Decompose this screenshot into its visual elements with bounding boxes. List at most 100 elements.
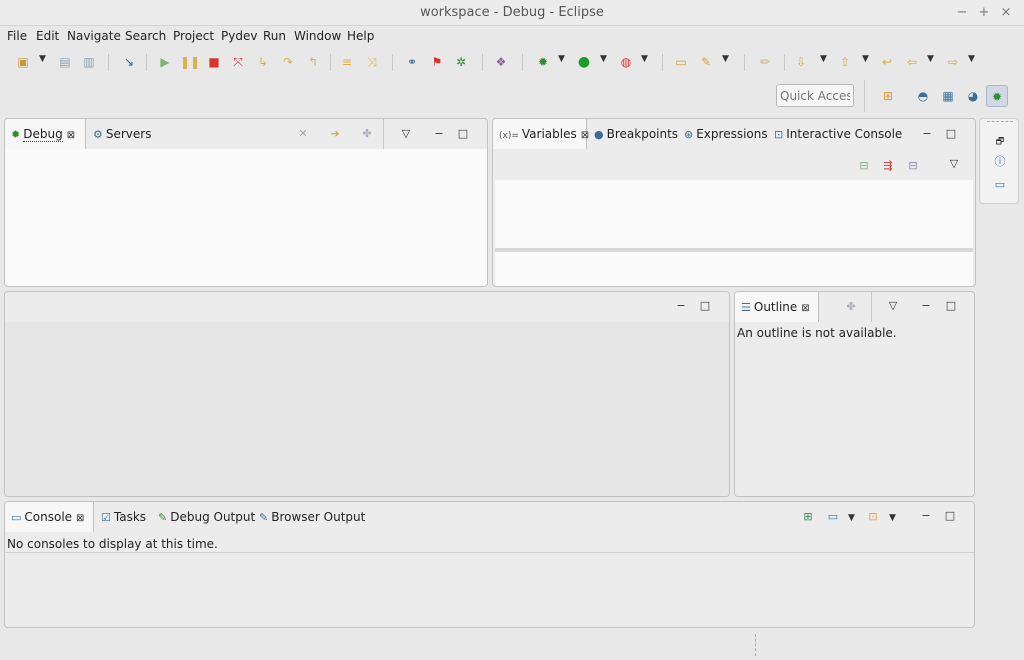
tab-variables[interactable]: (x)= Variables ⊠ (493, 119, 589, 149)
previous-annotation-dropdown-icon[interactable]: ▼ (862, 54, 869, 64)
editor-body[interactable] (5, 322, 729, 496)
maximize-view-icon[interactable]: □ (944, 299, 958, 313)
step-over-icon[interactable]: ↷ (279, 53, 297, 71)
display-console-dropdown-icon[interactable]: ▼ (848, 513, 855, 523)
skip-breakpoints-icon[interactable]: ↘ (120, 53, 138, 71)
tab-breakpoints[interactable]: ● Breakpoints (588, 119, 684, 149)
view-menu-icon[interactable]: ▽ (399, 127, 413, 141)
remove-terminated-icon[interactable]: ✕ (296, 127, 310, 141)
tab-tasks[interactable]: ☑ Tasks (95, 502, 152, 532)
pydev-perspective-icon[interactable]: ◕ (964, 87, 982, 105)
new-icon[interactable]: ▣ (14, 53, 32, 71)
open-perspective-icon[interactable]: ⊞ (879, 87, 897, 105)
show-type-names-icon[interactable]: ⊟ (857, 159, 871, 173)
quick-access-input[interactable] (776, 84, 854, 107)
collapse-all-icon[interactable]: ⊟ (906, 159, 920, 173)
external-tools-icon[interactable]: ◍ (617, 53, 635, 71)
connect-arrow-icon[interactable]: ➔ (328, 127, 342, 141)
forward-icon[interactable]: ⇨ (944, 53, 962, 71)
step-into-icon[interactable]: ↳ (254, 53, 272, 71)
terminate-icon[interactable]: ■ (205, 53, 223, 71)
menu-file[interactable]: File (7, 29, 27, 43)
search-flashlight-icon[interactable]: ✎ (697, 53, 715, 71)
back-icon[interactable]: ⇦ (903, 53, 921, 71)
view-menu-icon[interactable]: ▽ (947, 157, 961, 171)
run-icon[interactable]: ● (575, 53, 593, 71)
tab-console[interactable]: ▭ Console ⊠ (5, 502, 94, 532)
debug-view-tool-icon[interactable]: ✤ (360, 127, 374, 141)
maximize-button[interactable]: + (974, 3, 994, 23)
suspend-icon[interactable]: ❚❚ (180, 53, 200, 71)
disconnect-icon[interactable]: ⤧ (229, 53, 247, 71)
tab-debug-output[interactable]: ✎ Debug Output (152, 502, 261, 532)
debug-icon[interactable]: ✹ (534, 53, 552, 71)
next-annotation-icon[interactable]: ⇩ (792, 53, 810, 71)
menu-search[interactable]: Search (125, 29, 166, 43)
next-annotation-dropdown-icon[interactable]: ▼ (820, 54, 827, 64)
new-console-icon[interactable]: ⊡ (866, 510, 880, 524)
outline-tool-icon[interactable]: ✤ (844, 300, 858, 314)
save-icon[interactable]: ▤ (56, 53, 74, 71)
minimize-view-icon[interactable]: − (919, 509, 933, 523)
tab-servers[interactable]: ⚙ Servers (87, 119, 157, 149)
external-tools-dropdown-icon[interactable]: ▼ (641, 54, 648, 64)
new-console-dropdown-icon[interactable]: ▼ (889, 513, 896, 523)
minimize-view-icon[interactable]: − (919, 299, 933, 313)
step-return-icon[interactable]: ↰ (304, 53, 322, 71)
view-menu-icon[interactable]: ▽ (886, 299, 900, 313)
resume-icon[interactable]: ▶ (156, 53, 174, 71)
variables-detail-pane[interactable] (495, 252, 973, 286)
tab-expressions[interactable]: ⊛ Expressions (678, 119, 774, 149)
tab-outline[interactable]: ☰ Outline ⊠ (735, 292, 819, 322)
python-debug-icon[interactable]: ✲ (452, 53, 470, 71)
variables-tree[interactable] (495, 180, 973, 248)
show-logical-structure-icon[interactable]: ⇶ (881, 159, 895, 173)
maximize-view-icon[interactable]: □ (456, 127, 470, 141)
display-console-icon[interactable]: ▭ (826, 510, 840, 524)
menu-help[interactable]: Help (347, 29, 374, 43)
minimize-view-icon[interactable]: − (920, 127, 934, 141)
menu-run[interactable]: Run (263, 29, 286, 43)
save-all-icon[interactable]: ▥ (80, 53, 98, 71)
debug-perspective-icon[interactable]: ✹ (986, 85, 1008, 107)
debug-dropdown-icon[interactable]: ▼ (558, 54, 565, 64)
minimize-view-icon[interactable]: − (432, 127, 446, 141)
open-folder-icon[interactable]: ▭ (672, 53, 690, 71)
maximize-view-icon[interactable]: □ (944, 127, 958, 141)
new-dropdown-icon[interactable]: ▼ (39, 54, 46, 64)
stop-server-icon[interactable]: ⚑ (428, 53, 446, 71)
menu-edit[interactable]: Edit (36, 29, 59, 43)
java-ee-perspective-icon[interactable]: ◓ (914, 87, 932, 105)
menu-window[interactable]: Window (294, 29, 341, 43)
tab-debug[interactable]: ✹ Debug ⊠ (5, 119, 86, 149)
open-type-icon[interactable]: ❖ (492, 53, 510, 71)
outline-body[interactable] (735, 322, 974, 496)
window-icon[interactable]: ▭ (993, 178, 1007, 192)
close-tab-icon[interactable]: ⊠ (67, 130, 75, 141)
minimize-editor-icon[interactable]: − (674, 299, 688, 313)
close-tab-icon[interactable]: ⊠ (76, 513, 84, 524)
menu-pydev[interactable]: Pydev (221, 29, 257, 43)
connect-icon[interactable]: ⚭ (403, 53, 421, 71)
debug-view-body[interactable] (5, 149, 487, 286)
drop-to-frame-icon[interactable]: ≡ (338, 53, 356, 71)
minimize-button[interactable]: − (952, 3, 972, 23)
pen-icon[interactable]: ✏ (756, 53, 774, 71)
menu-navigate[interactable]: Navigate (67, 29, 121, 43)
use-step-filters-icon[interactable]: ⤨ (363, 53, 381, 71)
menu-project[interactable]: Project (173, 29, 214, 43)
maximize-editor-icon[interactable]: □ (698, 299, 712, 313)
close-button[interactable]: × (996, 3, 1016, 23)
resource-perspective-icon[interactable]: ▦ (939, 87, 957, 105)
last-edit-location-icon[interactable]: ↩ (878, 53, 896, 71)
trim-handle[interactable] (987, 121, 1013, 122)
forward-dropdown-icon[interactable]: ▼ (968, 54, 975, 64)
close-tab-icon[interactable]: ⊠ (801, 303, 809, 314)
back-dropdown-icon[interactable]: ▼ (927, 54, 934, 64)
maximize-view-icon[interactable]: □ (943, 509, 957, 523)
restore-icon[interactable]: 🗗 (993, 135, 1007, 149)
tab-interactive-console[interactable]: ⊡ Interactive Console (768, 119, 908, 149)
run-dropdown-icon[interactable]: ▼ (600, 54, 607, 64)
tab-browser-output[interactable]: ✎ Browser Output (253, 502, 371, 532)
open-console-icon[interactable]: ⊞ (801, 510, 815, 524)
